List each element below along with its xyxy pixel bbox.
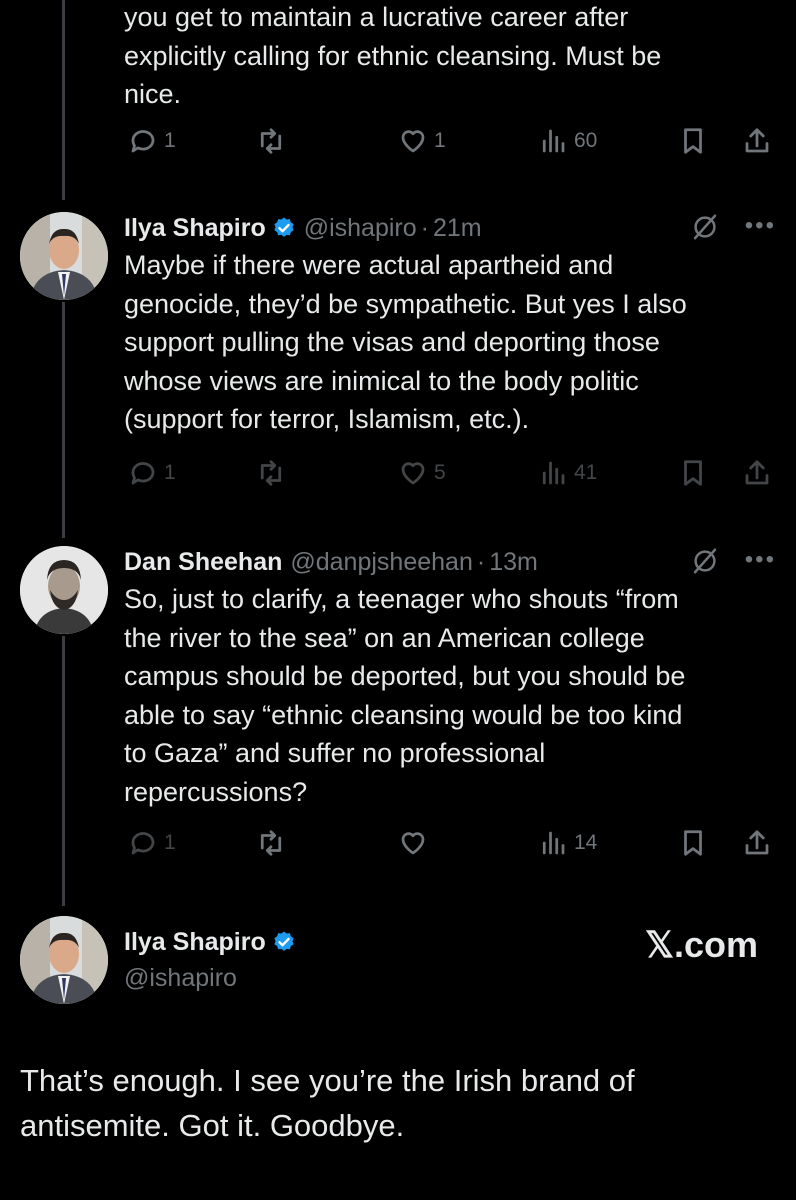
- bookmark-button[interactable]: [678, 828, 708, 858]
- avatar-photo: [20, 546, 108, 634]
- tweet-actions: 1 1 60: [124, 126, 784, 166]
- bookmark-icon: [684, 128, 702, 154]
- more-icon[interactable]: •••: [745, 212, 776, 240]
- author-name[interactable]: Ilya Shapiro: [124, 214, 266, 243]
- avatar[interactable]: [20, 916, 108, 1004]
- tweet-text: you get to maintain a lucrative career a…: [124, 2, 662, 109]
- share-icon: [745, 128, 769, 153]
- slash-icon[interactable]: [690, 546, 720, 576]
- author-handle[interactable]: @danpjsheehan: [290, 548, 472, 577]
- timestamp[interactable]: 13m: [489, 548, 538, 577]
- avatar-photo: [20, 212, 108, 300]
- slash-icon[interactable]: [690, 212, 720, 242]
- verified-badge-icon: [274, 931, 294, 951]
- more-icon[interactable]: •••: [745, 546, 776, 574]
- retweet-button[interactable]: [256, 458, 286, 488]
- avatar[interactable]: [20, 212, 108, 300]
- author-handle[interactable]: @ishapiro: [304, 214, 417, 243]
- reply-icon: [131, 462, 155, 485]
- retweet-icon: [260, 460, 282, 486]
- tweet-text: That’s enough. I see you’re the Irish br…: [20, 1063, 635, 1143]
- bookmark-icon: [684, 830, 702, 856]
- site-logo: 𝕏.com: [644, 924, 758, 965]
- retweet-button[interactable]: [256, 828, 286, 858]
- reply-icon: [131, 130, 155, 153]
- like-button[interactable]: 1: [398, 126, 446, 156]
- share-button[interactable]: [742, 828, 772, 858]
- views-button[interactable]: 14: [538, 828, 597, 858]
- retweet-icon: [260, 830, 282, 856]
- separator-dot: ·: [476, 547, 486, 576]
- thread-line: [62, 0, 65, 200]
- heart-icon: [401, 832, 425, 855]
- tweet-header: Ilya Shapiro @ishapiro · 21m •••: [124, 208, 784, 248]
- avatar-photo: [20, 916, 108, 1004]
- like-button[interactable]: 5: [398, 458, 446, 488]
- tweet-text: Maybe if there were actual apartheid and…: [124, 250, 687, 434]
- share-button[interactable]: [742, 458, 772, 488]
- like-button[interactable]: [398, 828, 428, 858]
- author-name[interactable]: Dan Sheehan: [124, 548, 282, 577]
- avatar[interactable]: [20, 546, 108, 634]
- retweet-button[interactable]: [256, 126, 286, 156]
- tweet-header: Dan Sheehan @danpjsheehan · 13m •••: [124, 542, 784, 582]
- share-icon: [745, 830, 769, 855]
- reply-icon: [131, 832, 155, 855]
- heart-icon: [401, 462, 425, 485]
- author-handle[interactable]: @ishapiro: [124, 964, 237, 993]
- bookmark-icon: [684, 460, 702, 486]
- bookmark-button[interactable]: [678, 458, 708, 488]
- share-icon: [745, 460, 769, 485]
- views-icon: [542, 461, 565, 485]
- views-button[interactable]: 41: [538, 458, 597, 488]
- tweet-header: Ilya Shapiro: [124, 922, 524, 962]
- verified-badge-icon: [274, 217, 294, 237]
- tweet-actions: 1 14: [124, 828, 784, 868]
- views-icon: [542, 831, 565, 855]
- separator-dot: ·: [420, 213, 429, 242]
- reply-button[interactable]: 1: [128, 458, 176, 488]
- timestamp[interactable]: 21m: [433, 214, 482, 243]
- share-button[interactable]: [742, 126, 772, 156]
- views-button[interactable]: 60: [538, 126, 597, 156]
- tweet-actions: 1 5 41: [124, 458, 784, 498]
- retweet-icon: [260, 128, 282, 154]
- author-name[interactable]: Ilya Shapiro: [124, 928, 266, 957]
- reply-button[interactable]: 1: [128, 828, 176, 858]
- bookmark-button[interactable]: [678, 126, 708, 156]
- heart-icon: [401, 130, 425, 153]
- reply-button[interactable]: 1: [128, 126, 176, 156]
- thread-line: [62, 636, 65, 906]
- tweet-text: So, just to clarify, a teenager who shou…: [124, 584, 686, 807]
- views-icon: [542, 129, 565, 153]
- thread-line: [62, 302, 65, 538]
